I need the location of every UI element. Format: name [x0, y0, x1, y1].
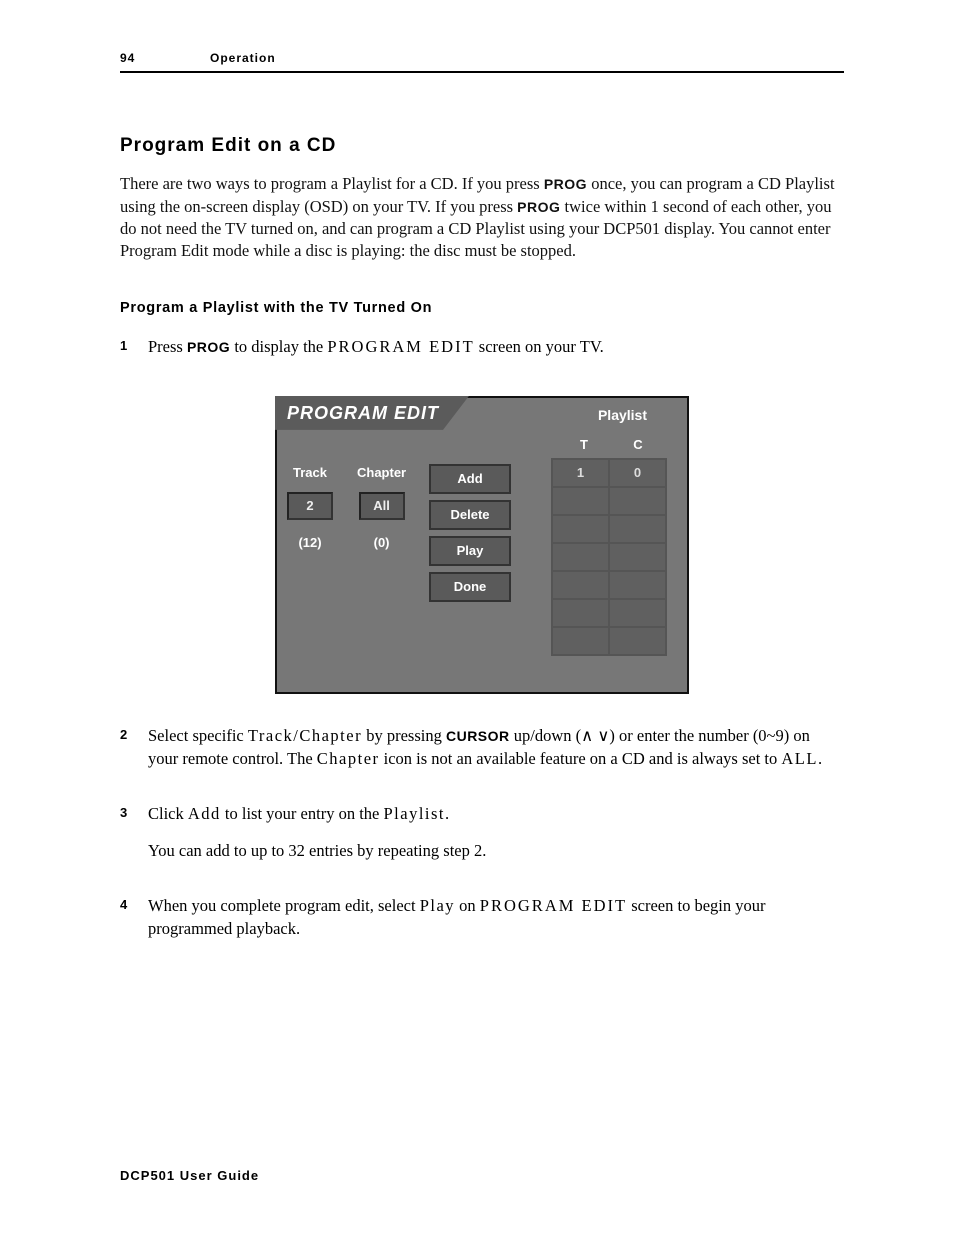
osd-playlist-row — [553, 542, 665, 570]
prog-key-2: PROG — [517, 199, 560, 215]
step2-text-b: by pressing — [362, 726, 446, 745]
osd-track-value: 2 — [287, 492, 333, 520]
step1-text-c: screen on your TV. — [475, 337, 604, 356]
all-term: ALL — [781, 749, 818, 768]
step3-text-c: . — [445, 804, 449, 823]
osd-playlist-row — [553, 514, 665, 542]
track-chapter-term: Track/Chapter — [248, 726, 362, 745]
section-title: Program Edit on a CD — [120, 133, 844, 160]
osd-button-column: Add Delete Play Done — [429, 464, 511, 602]
intro-paragraph: There are two ways to program a Playlist… — [120, 173, 844, 262]
subsection-title: Program a Playlist with the TV Turned On — [120, 298, 844, 318]
osd-col-t: T — [557, 434, 611, 456]
screen-name: PROGRAM EDIT — [480, 896, 627, 915]
osd-track-count: (12) — [298, 534, 321, 552]
step4-text-b: on — [455, 896, 480, 915]
playlist-term: Playlist — [384, 804, 446, 823]
screen-name: PROGRAM EDIT — [327, 337, 474, 356]
osd-chapter-col: Chapter All (0) — [357, 464, 406, 552]
osd-track-col: Track 2 (12) — [287, 464, 333, 552]
osd-play-button: Play — [429, 536, 511, 566]
footer: DCP501 User Guide — [120, 1167, 259, 1185]
chapter-term: Chapter — [317, 749, 380, 768]
cursor-key: CURSOR — [446, 728, 510, 744]
osd-done-button: Done — [429, 572, 511, 602]
step-number: 4 — [120, 894, 148, 954]
osd-title: PROGRAM EDIT — [275, 396, 469, 430]
step1-text-a: Press — [148, 337, 187, 356]
page-number: 94 — [120, 50, 210, 67]
osd-row1-c: 0 — [610, 460, 665, 486]
step2-text-d: icon is not an available feature on a CD… — [380, 749, 782, 768]
running-header: 94 Operation — [120, 50, 844, 73]
step3-text-a: Click — [148, 804, 188, 823]
osd-col-c: C — [611, 434, 665, 456]
osd-screen: PROGRAM EDIT Playlist T C 1 0 — [275, 396, 689, 694]
step1-text-b: to display the — [230, 337, 327, 356]
osd-track-label: Track — [293, 464, 327, 482]
add-term: Add — [188, 804, 221, 823]
osd-playlist-row — [553, 598, 665, 626]
step-2: 2 Select specific Track/Chapter by press… — [120, 724, 844, 784]
osd-playlist-row — [553, 570, 665, 598]
step-list-cont: 2 Select specific Track/Chapter by press… — [120, 724, 844, 955]
step3-text-b: to list your entry on the — [221, 804, 384, 823]
osd-playlist-label: Playlist — [598, 406, 647, 426]
play-term: Play — [420, 896, 455, 915]
step-number: 2 — [120, 724, 148, 784]
osd-track-chapter-area: Track 2 (12) Chapter All (0) — [287, 464, 406, 552]
prog-key-1: PROG — [544, 176, 587, 192]
step4-text-a: When you complete program edit, select — [148, 896, 420, 915]
osd-chapter-count: (0) — [374, 534, 390, 552]
step3-note: You can add to up to 32 entries by repea… — [148, 839, 844, 862]
prog-key: PROG — [187, 339, 230, 355]
osd-figure: PROGRAM EDIT Playlist T C 1 0 — [120, 396, 844, 694]
step-list: 1 Press PROG to display the PROGRAM EDIT… — [120, 335, 844, 372]
step-4: 4 When you complete program edit, select… — [120, 894, 844, 954]
step-number: 1 — [120, 335, 148, 372]
osd-chapter-value: All — [359, 492, 405, 520]
step2-text-e: . — [818, 749, 822, 768]
header-section: Operation — [210, 50, 276, 67]
step2-text-a: Select specific — [148, 726, 248, 745]
osd-add-button: Add — [429, 464, 511, 494]
osd-playlist-row — [553, 486, 665, 514]
intro-text-1: There are two ways to program a Playlist… — [120, 174, 544, 193]
osd-row1-t: 1 — [553, 460, 610, 486]
osd-tc-header: T C — [557, 434, 665, 456]
step-1: 1 Press PROG to display the PROGRAM EDIT… — [120, 335, 844, 372]
osd-chapter-label: Chapter — [357, 464, 406, 482]
step-number: 3 — [120, 802, 148, 876]
osd-playlist-row: 1 0 — [553, 458, 665, 486]
osd-playlist-grid: 1 0 — [551, 458, 667, 656]
osd-playlist-row — [553, 626, 665, 654]
osd-delete-button: Delete — [429, 500, 511, 530]
step-3: 3 Click Add to list your entry on the Pl… — [120, 802, 844, 876]
